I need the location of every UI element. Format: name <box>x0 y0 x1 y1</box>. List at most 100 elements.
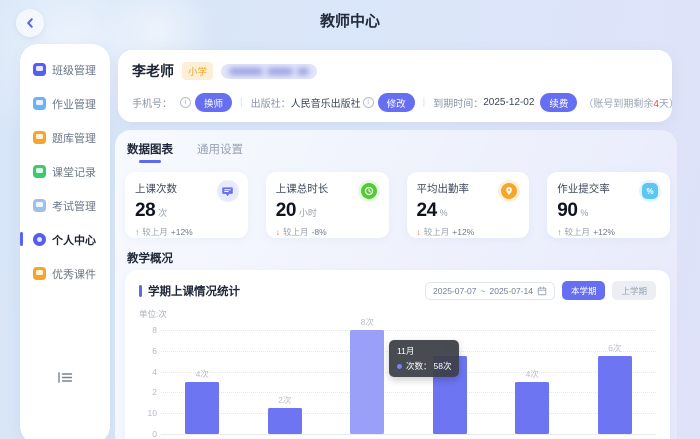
y-tick: 6 <box>139 346 157 356</box>
previous-term-button[interactable]: 上学期 <box>612 281 656 300</box>
divider: | <box>423 97 426 108</box>
bar-cell: 6次 <box>574 330 657 434</box>
bar-chart-plot: 8 6 4 2 10 0 4次 2次 8次 6次 4次 <box>161 330 656 434</box>
change-teacher-button[interactable]: 换师 <box>195 93 232 112</box>
modify-button[interactable]: 修改 <box>378 93 415 112</box>
trend-value: +12% <box>452 227 474 237</box>
publisher-label: 出版社： <box>251 95 291 110</box>
tooltip-value: 58次 <box>434 360 452 372</box>
trend-up-icon: ↑ <box>557 227 561 237</box>
stat-card-total-hours: 上课总时长 20小时 ↓较上月-8% <box>266 172 389 238</box>
presentation-icon <box>217 180 239 202</box>
trend-value: +12% <box>171 227 193 237</box>
y-tick: 8 <box>139 325 157 335</box>
stat-unit: % <box>580 208 588 218</box>
teacher-name: 李老师 <box>132 61 174 81</box>
sidebar-item-question-bank[interactable]: 题库管理 <box>20 128 110 147</box>
teacher-profile-card: 李老师 小学 手机号： i 换师 | 出版社： 人民音乐出版社 i 修改 | 到… <box>118 50 672 122</box>
info-icon[interactable]: i <box>363 97 374 108</box>
trend-value: -8% <box>312 227 327 237</box>
semester-class-chart-card: 学期上课情况统计 2025-07-07 ~ 2025-07-14 本学期 上学期… <box>125 270 670 439</box>
percent-icon: % <box>639 180 661 202</box>
bar-value-label: 2次 <box>278 394 291 406</box>
sidebar: 班级管理 作业管理 题库管理 课堂记录 考试管理 个人中心 优秀课件 <box>20 44 110 439</box>
teaching-overview-title: 教学概况 <box>127 250 173 266</box>
expire-note: （账号到期剩余4天） <box>583 95 679 110</box>
stats-row: 上课次数 28次 ↑较上月+12% 上课总时长 20小时 ↓较上月-8% 平均出… <box>125 172 670 238</box>
sidebar-item-label: 个人中心 <box>52 232 96 248</box>
renew-button[interactable]: 续费 <box>540 93 577 112</box>
collapse-sidebar-icon[interactable] <box>58 370 73 388</box>
bar-value-label: 6次 <box>608 342 621 354</box>
sidebar-item-class-records[interactable]: 课堂记录 <box>20 162 110 181</box>
current-term-button[interactable]: 本学期 <box>562 281 606 300</box>
stat-value: 90 <box>557 200 577 222</box>
trend-label: 较上月 <box>283 226 309 238</box>
publisher-value: 人民音乐出版社 <box>291 95 361 110</box>
series-dot-icon <box>397 364 402 369</box>
x-axis-line <box>161 434 656 435</box>
bar-cell: 4次 <box>491 330 574 434</box>
tooltip-month: 11月 <box>397 345 451 357</box>
trend-label: 较上月 <box>565 226 591 238</box>
location-pin-icon <box>498 180 520 202</box>
stat-unit: 小时 <box>299 206 317 219</box>
bar-value-label: 8次 <box>361 316 374 328</box>
sidebar-item-label: 课堂记录 <box>52 164 96 180</box>
stat-unit: 次 <box>158 206 167 219</box>
date-range-picker[interactable]: 2025-07-07 ~ 2025-07-14 <box>425 282 555 300</box>
chart-tooltip: 11月 次数： 58次 <box>389 340 459 377</box>
trend-label: 较上月 <box>142 226 168 238</box>
stat-value: 28 <box>135 200 155 222</box>
sidebar-item-exam-management[interactable]: 考试管理 <box>20 196 110 215</box>
stat-card-attendance-rate: 平均出勤率 24% ↓较上月+12% <box>407 172 530 238</box>
bar-value-label: 4次 <box>526 368 539 380</box>
sidebar-item-excellent-courseware[interactable]: 优秀课件 <box>20 264 110 283</box>
personal-center-icon <box>33 233 46 246</box>
trend-value: +12% <box>593 227 615 237</box>
question-bank-icon <box>33 131 46 144</box>
bar-oct[interactable]: 2次 <box>268 408 302 434</box>
tab-data-charts[interactable]: 数据图表 <box>127 141 173 163</box>
chart-unit-label: 单位:次 <box>139 308 656 320</box>
bar-feb[interactable]: 4次 <box>515 382 549 434</box>
expire-date: 2025-12-02 <box>483 97 534 108</box>
stat-unit: % <box>440 208 448 218</box>
tab-bar: 数据图表 通用设置 <box>127 141 243 163</box>
expire-label: 到期时间： <box>433 95 483 110</box>
bar-sep[interactable]: 4次 <box>185 382 219 434</box>
bar-cell: 4次 <box>161 330 244 434</box>
info-icon[interactable]: i <box>180 97 191 108</box>
trend-label: 较上月 <box>424 226 450 238</box>
level-badge: 小学 <box>182 62 213 80</box>
class-records-icon <box>33 165 46 178</box>
date-start: 2025-07-07 <box>433 286 476 296</box>
phone-label: 手机号： <box>132 95 172 110</box>
divider: | <box>240 97 243 108</box>
tooltip-series-label: 次数： <box>406 360 432 372</box>
sidebar-item-label: 考试管理 <box>52 198 96 214</box>
bar-cell: 2次 <box>244 330 327 434</box>
stat-value: 24 <box>417 200 437 222</box>
redacted-school-badge <box>221 64 317 79</box>
excellent-courseware-icon <box>33 267 46 280</box>
bar-value-label: 4次 <box>196 368 209 380</box>
trend-up-icon: ↑ <box>135 227 139 237</box>
exam-management-icon <box>33 199 46 212</box>
trend-down-icon: ↓ <box>276 227 280 237</box>
sidebar-item-homework-management[interactable]: 作业管理 <box>20 94 110 113</box>
stat-card-class-count: 上课次数 28次 ↑较上月+12% <box>125 172 248 238</box>
bar-nov-highlighted[interactable]: 8次 <box>350 330 384 434</box>
bar-mar[interactable]: 6次 <box>598 356 632 434</box>
trend-down-icon: ↓ <box>417 227 421 237</box>
sidebar-item-class-management[interactable]: 班级管理 <box>20 60 110 79</box>
tab-general-settings[interactable]: 通用设置 <box>197 141 243 163</box>
class-management-icon <box>33 63 46 76</box>
date-separator: ~ <box>481 286 486 296</box>
sidebar-item-label: 优秀课件 <box>52 266 96 282</box>
y-tick: 10 <box>139 408 157 418</box>
sidebar-item-personal-center[interactable]: 个人中心 <box>20 230 110 249</box>
homework-management-icon <box>33 97 46 110</box>
y-tick: 2 <box>139 387 157 397</box>
title-accent-bar <box>139 285 142 297</box>
